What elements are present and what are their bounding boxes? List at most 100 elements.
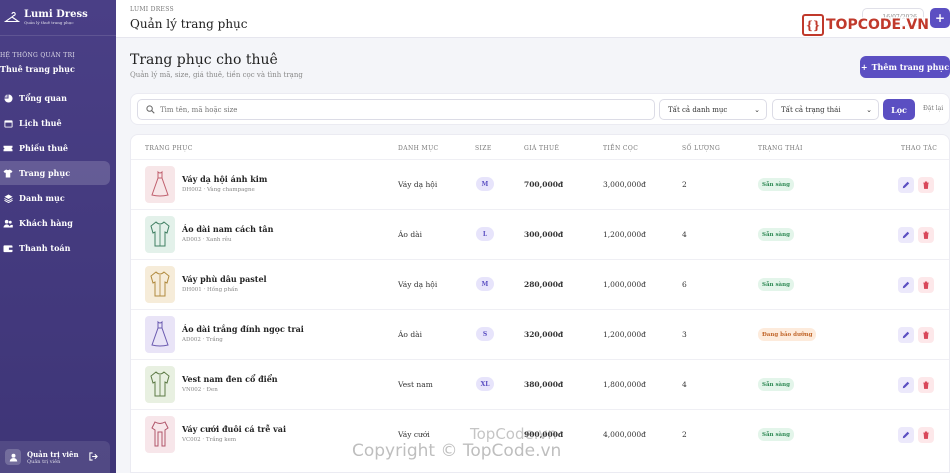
sidebar-section-label: HỆ THỐNG QUẢN TRỊ bbox=[0, 52, 76, 59]
table-row[interactable]: Váy phù dâu pastel DH001 · Hồng phấn Váy… bbox=[131, 259, 949, 309]
table-row[interactable]: Áo dài nam cách tân AD003 · Xanh rêu Áo … bbox=[131, 209, 949, 259]
costume-category: Váy dạ hội bbox=[398, 180, 438, 189]
quantity: 2 bbox=[682, 180, 687, 189]
delete-button[interactable] bbox=[918, 227, 934, 243]
delete-button[interactable] bbox=[918, 377, 934, 393]
trash-icon bbox=[923, 381, 929, 389]
costume-name: Váy cưới đuôi cá trễ vai bbox=[182, 424, 287, 434]
delete-button[interactable] bbox=[918, 177, 934, 193]
users-icon bbox=[3, 218, 13, 228]
sidebar-item-tong-quan[interactable]: Tổng quan bbox=[0, 86, 110, 110]
user-profile[interactable]: Quản trị viên Quản trị viên bbox=[0, 441, 110, 473]
trash-icon bbox=[923, 431, 929, 439]
user-icon bbox=[5, 449, 21, 465]
search-input[interactable] bbox=[160, 105, 640, 114]
header-deposit: TIỀN CỌC bbox=[603, 145, 639, 152]
sidebar-item-label: Phiếu thuê bbox=[19, 143, 68, 153]
search-box[interactable] bbox=[137, 99, 655, 120]
edit-button[interactable] bbox=[898, 327, 914, 343]
status-select-value: Tất cả trạng thái bbox=[781, 105, 841, 114]
brand[interactable]: Lumi Dress Quản lý thuê trang phục bbox=[0, 0, 116, 36]
quantity: 4 bbox=[682, 230, 687, 239]
layers-icon bbox=[3, 193, 13, 203]
costume-name: Áo dài trắng đính ngọc trai bbox=[182, 324, 304, 334]
header-status: TRẠNG THÁI bbox=[758, 145, 803, 152]
costume-category: Váy cưới bbox=[398, 430, 430, 439]
chevron-down-icon: ⌄ bbox=[866, 106, 872, 114]
edit-button[interactable] bbox=[898, 377, 914, 393]
size-badge: S bbox=[476, 327, 494, 341]
size-badge: XL bbox=[476, 377, 494, 391]
dress-icon bbox=[150, 170, 170, 200]
delete-button[interactable] bbox=[918, 327, 934, 343]
sidebar-item-trang-phuc[interactable]: Trang phục bbox=[0, 161, 110, 185]
pencil-icon bbox=[902, 231, 910, 239]
brand-name: Lumi Dress bbox=[24, 9, 88, 20]
costume-thumbnail bbox=[145, 316, 175, 353]
sidebar-item-lich-thue[interactable]: Lịch thuê bbox=[0, 111, 110, 135]
size-badge: L bbox=[476, 227, 494, 241]
calendar-icon bbox=[3, 118, 13, 128]
costume-thumbnail bbox=[145, 416, 175, 453]
delete-button[interactable] bbox=[918, 277, 934, 293]
category-select[interactable]: Tất cả danh mục ⌄ bbox=[659, 99, 767, 120]
header-category: DANH MỤC bbox=[398, 145, 439, 152]
rental-price: 380,000đ bbox=[524, 380, 564, 389]
page-title: Trang phục cho thuê bbox=[130, 52, 278, 68]
plus-icon: + bbox=[934, 11, 946, 25]
sidebar-item-khach-hang[interactable]: Khách hàng bbox=[0, 211, 110, 235]
search-icon bbox=[146, 105, 155, 114]
status-badge: Sẵn sàng bbox=[758, 178, 794, 191]
status-badge: Đang bảo dưỡng bbox=[758, 328, 817, 341]
trash-icon bbox=[923, 281, 929, 289]
table-row[interactable]: Váy dạ hội ánh kim DH002 · Vàng champagn… bbox=[131, 159, 949, 209]
quantity: 4 bbox=[682, 380, 687, 389]
costume-category: Váy dạ hội bbox=[398, 280, 438, 289]
table-row[interactable]: Áo dài trắng đính ngọc trai AD002 · Trắn… bbox=[131, 309, 949, 359]
watermark-copyright: Copyright © TopCode.vn bbox=[352, 441, 562, 461]
sidebar-item-thanh-toan[interactable]: Thanh toán bbox=[0, 236, 110, 260]
plus-icon: + bbox=[860, 62, 868, 72]
sidebar-item-label: Trang phục bbox=[19, 168, 71, 178]
add-button-label: Thêm trang phục bbox=[871, 62, 950, 72]
rental-price: 300,000đ bbox=[524, 230, 564, 239]
costume-name: Váy dạ hội ánh kim bbox=[182, 174, 268, 184]
deposit-amount: 4,000,000đ bbox=[603, 430, 646, 439]
quick-add-button[interactable]: + bbox=[930, 8, 950, 28]
status-select[interactable]: Tất cả trạng thái ⌄ bbox=[772, 99, 879, 120]
logout-icon[interactable] bbox=[89, 452, 98, 463]
coat-icon bbox=[149, 370, 171, 400]
add-costume-button[interactable]: + Thêm trang phục bbox=[860, 56, 950, 78]
edit-button[interactable] bbox=[898, 177, 914, 193]
reset-link[interactable]: Đặt lại bbox=[923, 105, 943, 112]
watermark-logo-text: TOPCODE.VN bbox=[826, 17, 929, 33]
trash-icon bbox=[923, 331, 929, 339]
edit-button[interactable] bbox=[898, 427, 914, 443]
delete-button[interactable] bbox=[918, 427, 934, 443]
deposit-amount: 3,000,000đ bbox=[603, 180, 646, 189]
header-costume: TRANG PHỤC bbox=[145, 145, 193, 152]
pencil-icon bbox=[902, 181, 910, 189]
costume-thumbnail bbox=[145, 366, 175, 403]
edit-button[interactable] bbox=[898, 277, 914, 293]
chevron-down-icon: ⌄ bbox=[754, 106, 760, 114]
trash-icon bbox=[923, 231, 929, 239]
costume-category: Vest nam bbox=[398, 380, 433, 389]
costume-thumbnail bbox=[145, 216, 175, 253]
header-actions: THAO TÁC bbox=[901, 145, 938, 152]
hanger-icon bbox=[4, 11, 20, 22]
header-size: SIZE bbox=[475, 145, 492, 152]
edit-button[interactable] bbox=[898, 227, 914, 243]
deposit-amount: 1,000,000đ bbox=[603, 280, 646, 289]
deposit-amount: 1,200,000đ bbox=[603, 230, 646, 239]
size-badge: M bbox=[476, 277, 494, 291]
table-row[interactable]: Vest nam đen cổ điển VN002 · Đen Vest na… bbox=[131, 359, 949, 409]
sidebar-item-danh-muc[interactable]: Danh mục bbox=[0, 186, 110, 210]
sidebar-item-phieu-thue[interactable]: Phiếu thuê bbox=[0, 136, 110, 160]
coat-icon bbox=[149, 270, 171, 300]
filter-button[interactable]: Lọc bbox=[883, 99, 915, 120]
status-badge: Sẵn sàng bbox=[758, 228, 794, 241]
costume-category: Áo dài bbox=[398, 230, 422, 239]
size-badge: M bbox=[476, 177, 494, 191]
deposit-amount: 1,200,000đ bbox=[603, 330, 646, 339]
